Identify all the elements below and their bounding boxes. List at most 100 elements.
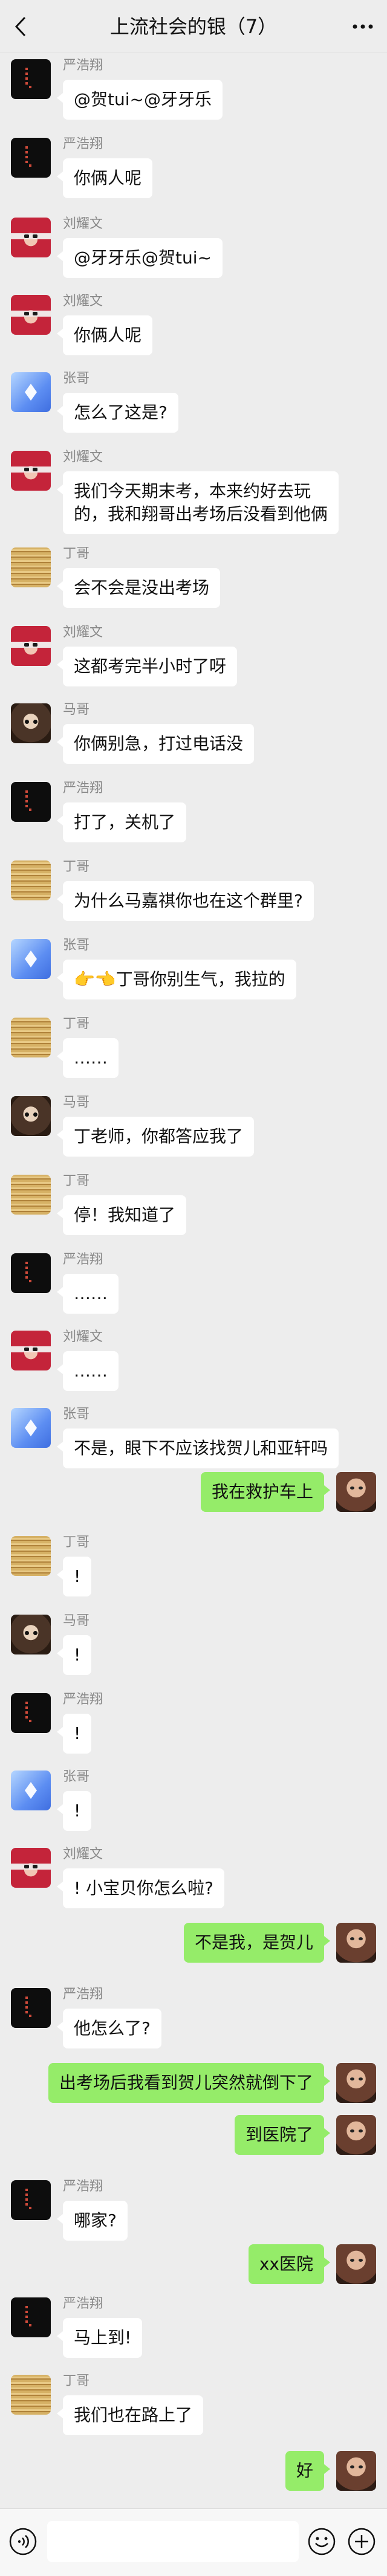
input-bar [0, 2508, 387, 2576]
message-bubble[interactable]: ! [56, 1791, 92, 1831]
avatar[interactable] [11, 782, 51, 822]
avatar[interactable] [11, 547, 51, 587]
avatar[interactable] [336, 2115, 376, 2155]
sender-name: 张哥 [63, 938, 90, 953]
avatar[interactable] [11, 2297, 51, 2337]
avatar[interactable] [11, 1408, 51, 1448]
avatar[interactable] [11, 860, 51, 900]
message-text: 的，我和翔哥出考场后没看到他俩 [74, 504, 328, 524]
avatar[interactable] [11, 1175, 51, 1215]
message-bubble[interactable]: 马上到! [56, 2318, 143, 2358]
message-bubble[interactable]: 哪家? [57, 2201, 128, 2241]
more-button[interactable] [347, 13, 379, 40]
message-bubble[interactable]: 不是，眼下不应该找贺儿和亚轩吗 [56, 1428, 339, 1468]
message-bubble[interactable]: …… [57, 1274, 119, 1314]
avatar[interactable] [11, 1771, 51, 1810]
avatar[interactable] [11, 1331, 51, 1370]
message-bubble[interactable]: xx医院 [248, 2244, 331, 2284]
message-bubble[interactable]: 停！我知道了 [56, 1195, 187, 1235]
sender-name: 严浩翔 [63, 1692, 103, 1707]
message-text: ! [74, 1645, 81, 1665]
message-bubble[interactable]: @牙牙乐@贺tui~ [57, 238, 223, 278]
message-text: 你俩别急，打过电话没 [74, 734, 244, 754]
avatar[interactable] [11, 1848, 51, 1888]
avatar[interactable] [11, 1693, 51, 1733]
avatar[interactable] [11, 2180, 51, 2220]
avatar[interactable] [11, 138, 51, 178]
message-bubble[interactable]: 好 [285, 2451, 331, 2491]
avatar[interactable] [11, 1018, 51, 1057]
avatar[interactable] [336, 2063, 376, 2103]
avatar[interactable] [11, 295, 51, 335]
message-bubble[interactable]: 👉👈丁哥你别生气，我拉的 [57, 960, 296, 999]
message-bubble[interactable]: 会不会是没出考场 [56, 568, 221, 608]
message-bubble[interactable]: …… [57, 1351, 119, 1391]
avatar[interactable] [11, 59, 51, 99]
avatar[interactable] [11, 1988, 51, 2028]
avatar[interactable] [11, 1615, 51, 1654]
message-text: @贺tui~@牙牙乐 [74, 89, 212, 109]
avatar[interactable] [11, 703, 51, 743]
sender-name: 丁哥 [63, 1016, 90, 1031]
avatar[interactable] [11, 626, 51, 666]
avatar[interactable] [336, 2451, 376, 2491]
avatar[interactable] [11, 1253, 51, 1293]
avatar[interactable] [11, 1096, 51, 1136]
message-bubble[interactable]: 他怎么了? [57, 2009, 161, 2048]
avatar[interactable] [11, 2375, 51, 2415]
avatar[interactable] [11, 218, 51, 257]
emoji-icon [308, 2528, 336, 2555]
message-bubble[interactable]: 打了，关机了 [56, 802, 187, 842]
message-bubble[interactable]: 这都考完半小时了呀 [56, 647, 238, 686]
message-bubble[interactable]: ! 小宝贝你怎么啦? [57, 1868, 224, 1908]
message-bubble[interactable]: 怎么了这是? [57, 393, 178, 433]
message-bubble[interactable]: ! [56, 1635, 92, 1675]
sender-name: 严浩翔 [63, 2296, 103, 2311]
message-text: 会不会是没出考场 [74, 578, 210, 598]
message-bubble[interactable]: 你俩人呢 [56, 315, 153, 355]
message-bubble[interactable]: ! [56, 1557, 92, 1596]
message-list: 严浩翔 @贺tui~@牙牙乐 严浩翔 你俩人呢 刘耀文 @牙牙乐@贺tui~ 刘耀文 你俩人呢… [0, 53, 387, 2508]
message-bubble[interactable]: ! [56, 1714, 92, 1754]
avatar[interactable] [11, 451, 51, 491]
message-bubble[interactable]: …… [57, 1038, 119, 1078]
message-bubble[interactable]: 我在救护车上 [200, 1472, 331, 1512]
sender-name: 丁哥 [63, 1535, 90, 1550]
message-text: 丁老师，你都答应我了 [74, 1126, 244, 1146]
message-bubble[interactable]: 我们今天期末考，本来约好去玩 的，我和翔哥出考场后没看到他俩 [56, 471, 339, 534]
avatar[interactable] [336, 1472, 376, 1512]
message-text: 马上到! [74, 2328, 132, 2348]
message-text: ! [74, 1801, 81, 1821]
sender-name: 丁哥 [63, 546, 90, 561]
avatar[interactable] [11, 372, 51, 412]
avatar[interactable] [336, 2244, 376, 2284]
emoji-button[interactable] [307, 2527, 336, 2556]
message-bubble[interactable]: 你俩人呢 [56, 158, 153, 198]
sender-name: 刘耀文 [63, 450, 103, 465]
message-bubble[interactable]: @贺tui~@牙牙乐 [57, 80, 223, 120]
sender-name: 严浩翔 [63, 137, 103, 152]
message-bubble[interactable]: 丁老师，你都答应我了 [56, 1117, 255, 1157]
plus-button[interactable] [347, 2527, 376, 2556]
avatar[interactable] [336, 1923, 376, 1963]
message-bubble[interactable]: 到医院了 [234, 2115, 331, 2155]
sender-name: 严浩翔 [63, 1252, 103, 1267]
message-text: 不是我，是贺儿 [194, 1932, 313, 1952]
message-bubble[interactable]: 不是我，是贺儿 [183, 1923, 331, 1963]
voice-button[interactable] [8, 2527, 37, 2556]
message-bubble[interactable]: 出考场后我看到贺儿突然就倒下了 [48, 2063, 331, 2103]
message-text: 这都考完半小时了呀 [74, 656, 227, 676]
message-bubble[interactable]: 我们也在路上了 [56, 2395, 204, 2435]
sender-name: 马哥 [63, 1095, 90, 1110]
message-bubble[interactable]: 你俩别急，打过电话没 [56, 724, 255, 764]
sender-name: 马哥 [63, 702, 90, 717]
chat-title: 上流社会的银（7） [109, 15, 278, 38]
avatar[interactable] [11, 939, 51, 979]
message-text: ! 小宝贝你怎么啦? [74, 1878, 213, 1898]
message-bubble[interactable]: 为什么马嘉祺你也在这个群里? [57, 881, 314, 921]
message-input[interactable] [47, 2521, 299, 2562]
message-text: …… [74, 1048, 108, 1068]
sender-name: 严浩翔 [63, 58, 103, 73]
avatar[interactable] [11, 1536, 51, 1576]
message-text: 他怎么了? [74, 2018, 151, 2038]
